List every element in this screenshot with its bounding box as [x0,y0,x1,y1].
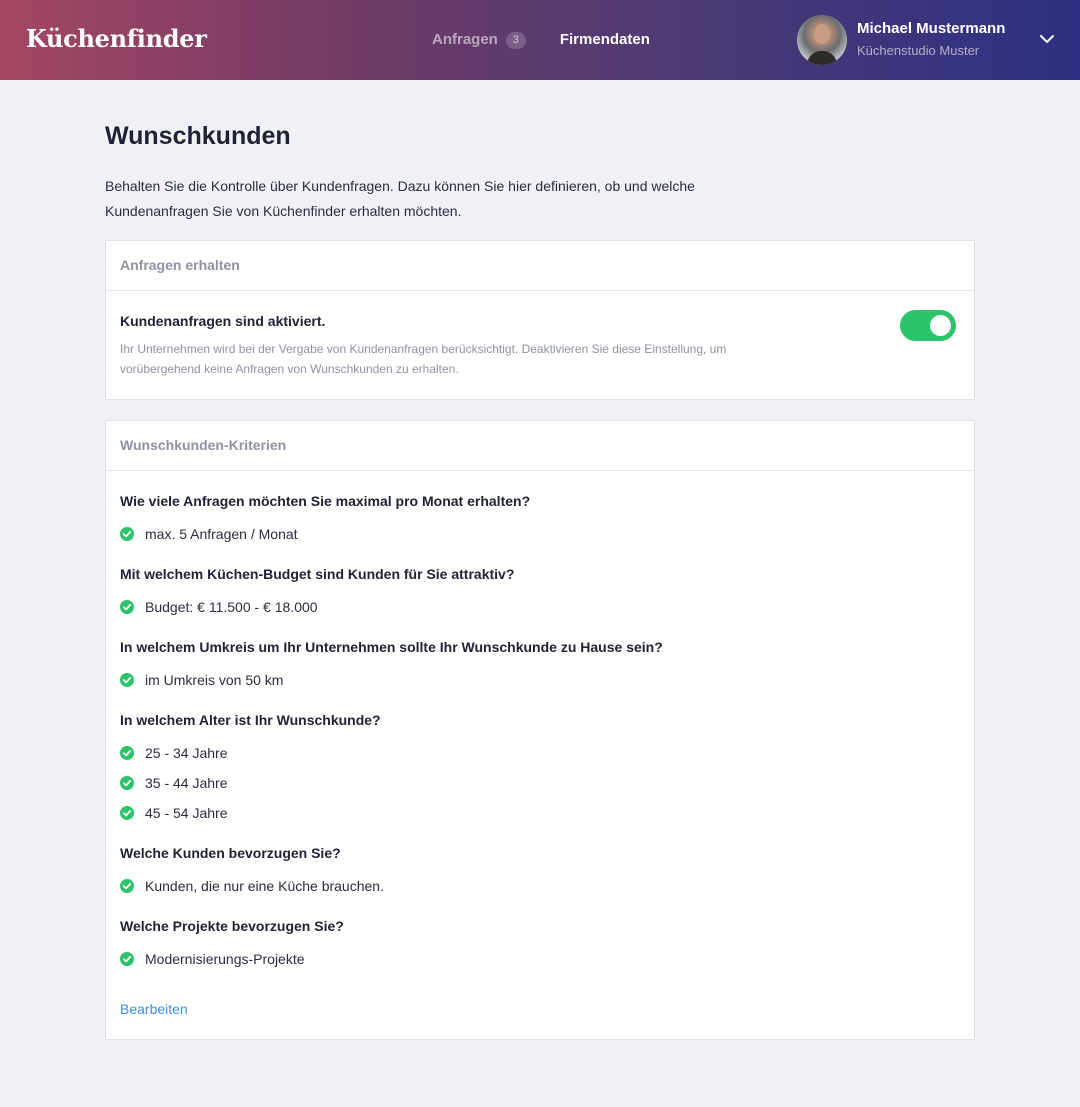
edit-link[interactable]: Bearbeiten [120,999,188,1019]
logo[interactable]: Küchenfinder [26,24,207,54]
criteria-group: Mit welchem Küchen-Budget sind Kunden fü… [120,564,960,622]
criteria-question: In welchem Umkreis um Ihr Unternehmen so… [120,639,663,655]
user-info: Michael Mustermann Küchenstudio Muster [857,19,1005,61]
criteria-answer-label: Modernisierungs-Projekte [145,951,305,967]
criteria-answer-label: Kunden, die nur eine Küche brauchen. [145,878,384,894]
toggle-title: Kundenanfragen sind aktiviert. [120,313,326,329]
user-company: Küchenstudio Muster [857,43,980,58]
check-circle-icon [120,600,134,614]
criteria-group: In welchem Alter ist Ihr Wunschkunde? 25 … [120,710,960,828]
criteria-answers: im Umkreis von 50 km [120,665,960,695]
criteria-answer: Kunden, die nur eine Küche brauchen. [120,871,960,901]
page-intro: Behalten Sie die Kontrolle über Kundenfr… [105,178,695,219]
check-circle-icon [120,776,134,790]
nav-item-anfragen[interactable]: Anfragen 3 [432,28,526,52]
criteria-answer: 35 - 44 Jahre [120,768,960,798]
criteria-answer: max. 5 Anfragen / Monat [120,519,960,549]
user-name: Michael Mustermann [857,20,1006,37]
criteria-group: In welchem Umkreis um Ihr Unternehmen so… [120,637,960,695]
criteria-answers: Kunden, die nur eine Küche brauchen. [120,871,960,901]
criteria-answer-label: Budget: € 11.500 - € 18.000 [145,599,318,615]
anfragen-card: Anfragen erhalten Kundenanfragen sind ak… [105,240,975,400]
criteria-answer-label: 35 - 44 Jahre [145,775,228,791]
criteria-question: In welchem Alter ist Ihr Wunschkunde? [120,712,381,728]
kriterien-card-header: Wunschkunden-Kriterien [106,421,974,471]
top-header: Küchenfinder Anfragen 3 Firmendaten Micha… [0,0,1080,80]
kundenanfragen-toggle[interactable] [900,310,956,341]
check-circle-icon [120,527,134,541]
nav-item-firmendaten[interactable]: Firmendaten [560,28,650,52]
nav-item-anfragen-label: Anfragen [432,31,498,48]
check-circle-icon [120,673,134,687]
criteria-answer: Modernisierungs-Projekte [120,944,960,974]
criteria-answers: Modernisierungs-Projekte [120,944,960,974]
criteria-group: Welche Projekte bevorzugen Sie? Modernisi… [120,916,960,974]
toggle-knob [930,315,951,336]
avatar [797,15,847,65]
criteria-answers: Budget: € 11.500 - € 18.000 [120,592,960,622]
criteria-group: Welche Kunden bevorzugen Sie? Kunden, die… [120,843,960,901]
avatar-shirt [807,51,837,65]
avatar-head [814,24,830,44]
criteria-answer: 25 - 34 Jahre [120,738,960,768]
check-circle-icon [120,746,134,760]
criteria-question: Mit welchem Küchen-Budget sind Kunden fü… [120,566,515,582]
check-circle-icon [120,806,134,820]
criteria-answer-label: 45 - 54 Jahre [145,805,228,821]
criteria-question: Wie viele Anfragen möchten Sie maximal p… [120,493,531,509]
criteria-answer-label: 25 - 34 Jahre [145,745,228,761]
check-circle-icon [120,879,134,893]
criteria-answer: im Umkreis von 50 km [120,665,960,695]
kriterien-card: Wunschkunden-Kriterien Wie viele Anfrage… [105,420,975,1040]
anfragen-count-badge: 3 [505,32,526,49]
toggle-description: Ihr Unternehmen wird bei der Vergabe von… [120,342,727,376]
criteria-answer-label: max. 5 Anfragen / Monat [145,526,298,542]
criteria-answer: 45 - 54 Jahre [120,798,960,828]
user-menu[interactable]: Michael Mustermann Küchenstudio Muster [797,15,1005,65]
criteria-answers: max. 5 Anfragen / Monat [120,519,960,549]
criteria-answer: Budget: € 11.500 - € 18.000 [120,592,960,622]
criteria-answer-label: im Umkreis von 50 km [145,672,284,688]
anfragen-card-header: Anfragen erhalten [106,241,974,291]
check-circle-icon [120,952,134,966]
chevron-down-icon[interactable] [1038,30,1056,48]
main-nav: Anfragen 3 Firmendaten [432,28,650,52]
page-title: Wunschkunden [105,122,291,150]
criteria-question: Welche Projekte bevorzugen Sie? [120,918,344,934]
criteria-list: Wie viele Anfragen möchten Sie maximal p… [120,491,960,989]
criteria-group: Wie viele Anfragen möchten Sie maximal p… [120,491,960,549]
criteria-answers: 25 - 34 Jahre 35 - 44 Jahre 45 - 54 Jahre [120,738,960,828]
criteria-question: Welche Kunden bevorzugen Sie? [120,845,341,861]
